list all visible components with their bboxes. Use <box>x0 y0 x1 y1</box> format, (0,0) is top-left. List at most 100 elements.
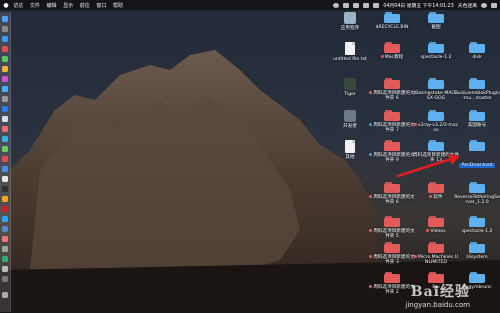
label-text: 周科选项目新建的文件夹 6 <box>373 195 415 206</box>
red-tag-icon <box>429 195 433 198</box>
menu-window[interactable]: 窗口 <box>96 2 106 9</box>
desktop-item-label: Videos <box>413 229 459 234</box>
desktop-item-recycle-bin[interactable]: $RECYCLE.BIN <box>369 12 415 30</box>
terminal-icon[interactable] <box>2 186 8 192</box>
volume-icon[interactable] <box>363 2 370 8</box>
netease-icon[interactable] <box>2 156 8 162</box>
desktop-item-developer[interactable]: 开发者 <box>327 110 373 129</box>
desktop-item-untitled-file[interactable]: untitled file.txt <box>327 42 373 62</box>
app-red2-icon[interactable] <box>2 206 8 212</box>
desktop-item-reverse-tethering[interactable]: ReverseTetheringServer_1.2.0 <box>454 182 500 206</box>
red-tag-icon <box>369 229 373 232</box>
desktop-item-label: $RECYCLE.BIN <box>375 25 409 30</box>
label-text: 周科选项目新建的文件夹 5 <box>373 229 415 240</box>
app-gray-icon[interactable] <box>2 246 8 252</box>
appstore-icon[interactable] <box>2 86 8 92</box>
music-icon[interactable] <box>2 76 8 82</box>
safari-icon[interactable] <box>2 36 8 42</box>
desktop-item-applications[interactable]: 应用程序 <box>327 12 373 31</box>
menu-help[interactable]: 帮助 <box>113 2 123 9</box>
red-tag-icon <box>369 91 373 94</box>
wechat-icon[interactable] <box>2 146 8 152</box>
maps-icon[interactable] <box>2 136 8 142</box>
desktop-item-software[interactable]: 软件 <box>413 182 459 200</box>
calendar-icon[interactable] <box>2 126 8 132</box>
watermark-url: jingyan.baidu.com <box>405 301 470 309</box>
folder-icon <box>384 216 400 227</box>
desktop-item-folder-6b[interactable]: 周科选项目新建的文件夹 6 <box>369 182 415 206</box>
folder-icon <box>428 242 444 253</box>
desktop-item-screenshots[interactable]: 截图 <box>413 12 459 30</box>
desktop-item-spectacle[interactable]: spectacle-1.2 <box>413 42 459 60</box>
desktop-item-label: 周科选项目新建的文件夹 6 <box>369 195 415 206</box>
clock-text[interactable]: 04月04日 星期五 下午14:01:23 <box>383 2 453 9</box>
trash-icon[interactable] <box>2 276 8 282</box>
menu-edit[interactable]: 编辑 <box>47 2 57 9</box>
desktop-item-videos[interactable]: Videos <box>413 216 459 234</box>
folder-icon <box>428 42 444 53</box>
finder-icon[interactable] <box>2 16 8 22</box>
label-text: Videos <box>430 229 446 234</box>
notes-icon[interactable] <box>2 66 8 72</box>
blue-tag-icon <box>369 123 373 126</box>
desktop-item-label: 应用程序 <box>340 26 360 31</box>
app-green-icon[interactable] <box>2 256 8 262</box>
qq-icon[interactable] <box>2 106 8 112</box>
downloads-icon[interactable] <box>2 266 8 272</box>
launchpad-icon[interactable] <box>2 26 8 32</box>
vlc-icon[interactable] <box>2 196 8 202</box>
folder-icon <box>428 182 444 193</box>
red-arrow-annotation <box>396 154 460 178</box>
dock-folder-icon[interactable] <box>2 292 8 298</box>
desktop-item-spectacle-2[interactable]: spectacle-1.2 <box>454 216 500 234</box>
display-icon[interactable] <box>343 2 350 8</box>
apple-menu-icon[interactable]: ● <box>2 2 10 9</box>
baidu-icon[interactable] <box>2 166 8 172</box>
battery-icon[interactable] <box>373 2 380 8</box>
desktop-item-us-account[interactable]: 美国账号 <box>454 110 500 128</box>
desktop-item-other[interactable]: 其他 <box>327 140 373 160</box>
search-icon[interactable] <box>481 2 487 8</box>
clock-icon[interactable] <box>333 2 340 8</box>
app-blue-icon[interactable] <box>2 216 8 222</box>
desktop-item-disk[interactable]: disk <box>454 42 500 60</box>
messages-icon[interactable] <box>2 56 8 62</box>
desktop-item-label: Uisystem <box>466 255 488 260</box>
desktop-item-label: 美国账号 <box>467 123 487 128</box>
watermark-brand: Bai经验 <box>410 284 470 300</box>
menu-go[interactable]: 前往 <box>80 2 90 9</box>
red-tag-icon <box>380 55 384 58</box>
desktop-item-folder-7[interactable]: 周科选项目新建的文件夹 7 <box>369 110 415 134</box>
menu-list-icon[interactable] <box>491 2 497 8</box>
desktop-item-uisystem[interactable]: Uisystem <box>454 242 500 260</box>
settings-icon[interactable] <box>2 96 8 102</box>
folder-icon <box>469 272 485 283</box>
folder-icon <box>384 110 400 121</box>
folder-icon <box>469 110 485 121</box>
desktop-item-folder-5[interactable]: 周科选项目新建的文件夹 5 <box>369 216 415 240</box>
desktop-item-v2ray[interactable]: v2ray-v3.2/2-macos <box>413 110 459 134</box>
desktop-item-label: 截图 <box>431 25 441 30</box>
desktop-item-mac-tutorial[interactable]: Mac教程 <box>369 42 415 60</box>
textedit-icon[interactable] <box>2 176 8 182</box>
menu-file[interactable]: 文件 <box>30 2 40 9</box>
desktop-item-plugin-master[interactable]: GuiduiemblokPlugin-mu...master <box>454 78 500 102</box>
desktop-item-basingstoke[interactable]: iBasingstoke.MACOSX-GOG <box>413 78 459 102</box>
desktop-item-micro-machines[interactable]: Micro.Machines.UNLIMITED <box>413 242 459 266</box>
photos-icon[interactable] <box>2 116 8 122</box>
desktop-item-folder-6[interactable]: 周科选项目新建的文件夹 6 <box>369 78 415 102</box>
text-file-icon <box>345 42 355 55</box>
document-icon <box>345 140 355 153</box>
desktop-item-label: spectacle-1.2 <box>461 229 493 234</box>
menu-view[interactable]: 显示 <box>63 2 73 9</box>
wifi-icon[interactable] <box>353 2 360 8</box>
desktop-item-tiger[interactable]: Tiger <box>327 78 373 97</box>
menu-finder[interactable]: 访达 <box>13 2 23 9</box>
desktop-item-folder-3[interactable]: 周科选项目新建的文件夹 3 <box>369 242 415 266</box>
folder-icon <box>469 242 485 253</box>
app-red-icon[interactable] <box>2 46 8 52</box>
user-name[interactable]: 天色迷离 <box>458 2 477 9</box>
app-steel-icon[interactable] <box>2 226 8 232</box>
app-pink-icon[interactable] <box>2 236 8 242</box>
desktop-item-label: 软件 <box>413 195 459 200</box>
